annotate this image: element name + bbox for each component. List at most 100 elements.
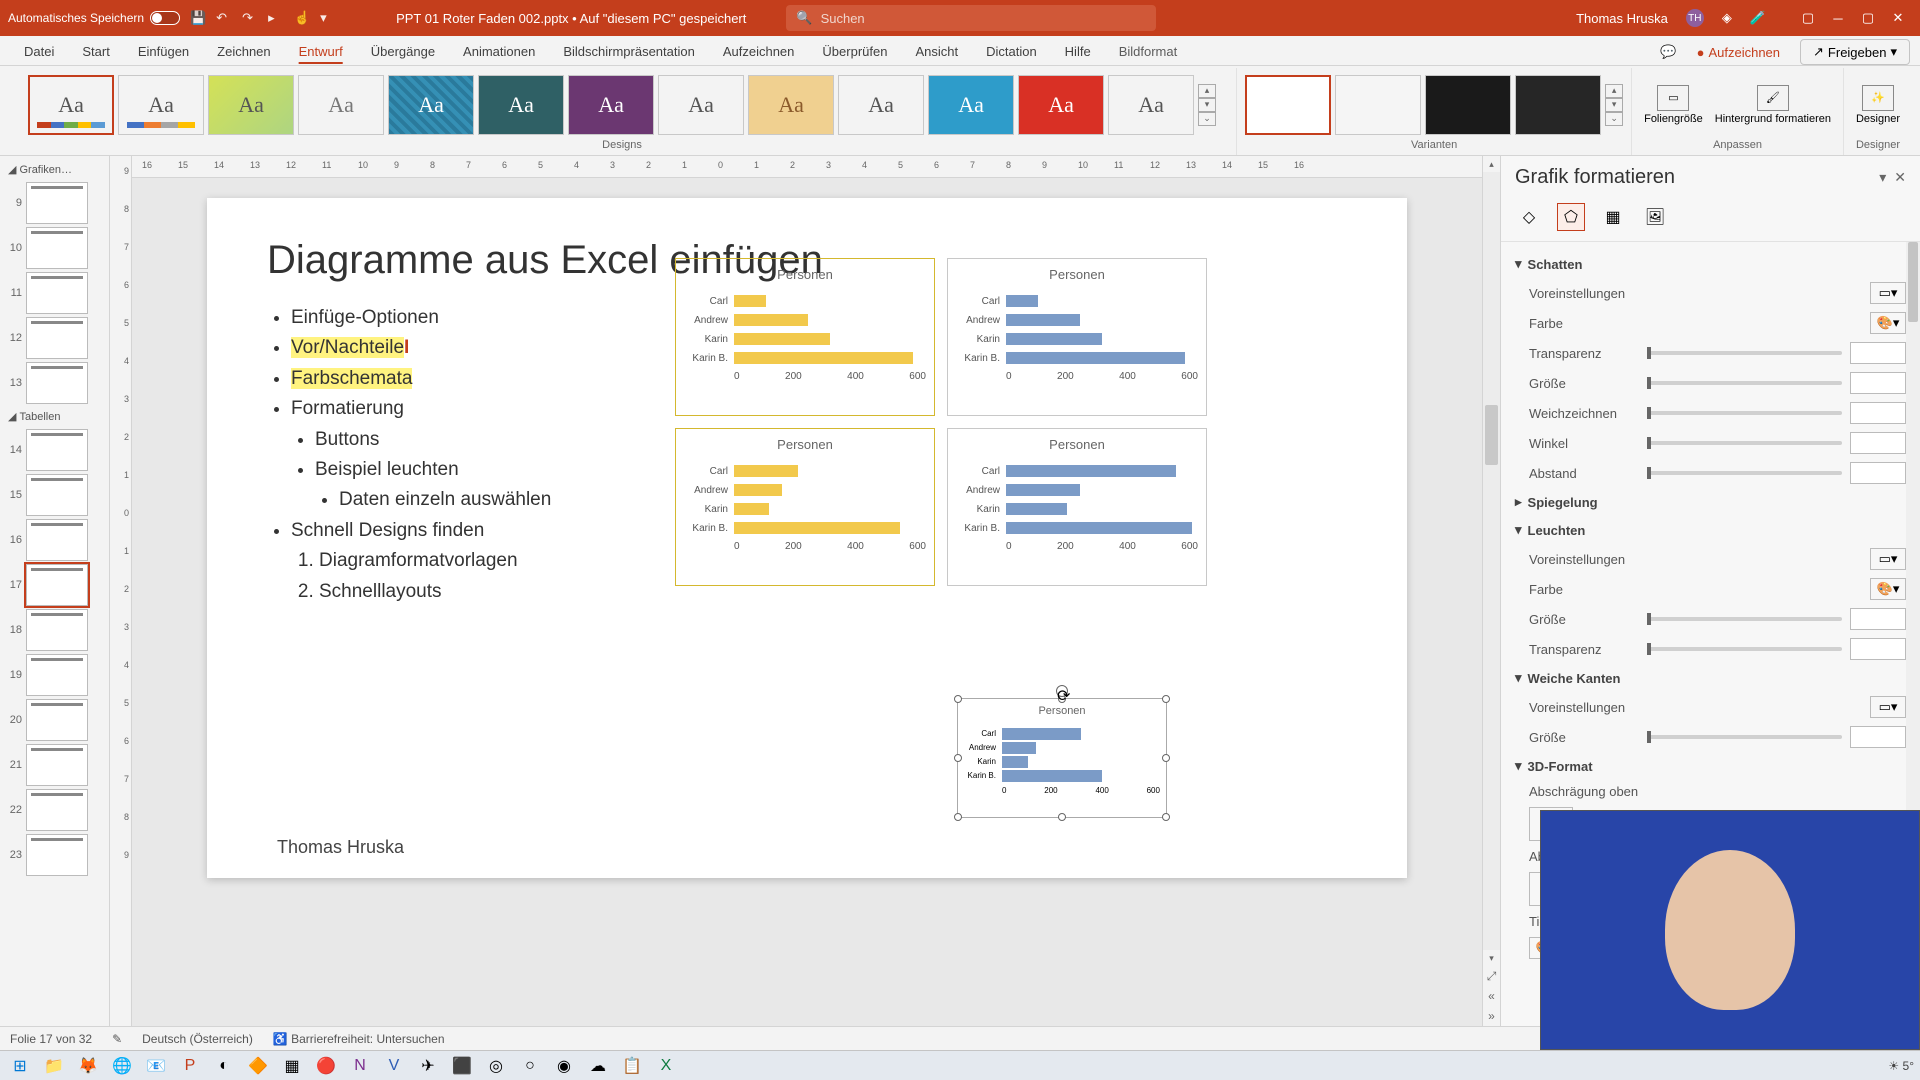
- search-box[interactable]: 🔍: [786, 5, 1156, 31]
- fill-line-tab-icon[interactable]: ◇: [1515, 203, 1543, 231]
- coming-soon-icon[interactable]: 🧪: [1750, 10, 1766, 26]
- glow-color-button[interactable]: 🎨▾: [1870, 578, 1906, 600]
- glow-size-input[interactable]: [1850, 608, 1906, 630]
- variant-thumb[interactable]: [1515, 75, 1601, 135]
- record-button[interactable]: ● Aufzeichnen: [1689, 41, 1788, 64]
- theme-thumb[interactable]: Aa: [928, 75, 1014, 135]
- search-input[interactable]: [821, 11, 1147, 26]
- app-icon[interactable]: 🔴: [312, 1054, 340, 1078]
- scroll-up-icon[interactable]: ▴: [1483, 156, 1500, 172]
- rotation-handle-icon[interactable]: ⟳: [1056, 685, 1068, 697]
- slide-canvas-area[interactable]: Diagramme aus Excel einfügen Einfüge-Opt…: [132, 178, 1482, 1026]
- editor-scrollbar[interactable]: ▴ ▾ ⤢ « »: [1482, 156, 1500, 1026]
- tab-aufzeichnen[interactable]: Aufzeichnen: [709, 38, 809, 65]
- visio-icon[interactable]: V: [380, 1054, 408, 1078]
- softedge-size-input[interactable]: [1850, 726, 1906, 748]
- slide-thumbnail[interactable]: 23: [4, 834, 105, 876]
- softedge-size-slider[interactable]: [1647, 735, 1842, 739]
- scroll-down-icon[interactable]: ▾: [1483, 950, 1500, 966]
- glow-transparency-input[interactable]: [1850, 638, 1906, 660]
- toggle-pill-icon[interactable]: [150, 11, 180, 25]
- tab-uebergaenge[interactable]: Übergänge: [357, 38, 449, 65]
- theme-gallery[interactable]: Aa Aa Aa Aa Aa Aa Aa Aa Aa Aa Aa Aa Aa ▴…: [28, 70, 1216, 139]
- section-shadow[interactable]: ▾Schatten: [1515, 250, 1906, 278]
- tab-einfuegen[interactable]: Einfügen: [124, 38, 203, 65]
- minimize-icon[interactable]: ─: [1824, 7, 1852, 29]
- customize-qat-icon[interactable]: ▾: [320, 10, 336, 26]
- effects-tab-icon[interactable]: ⬠: [1557, 203, 1585, 231]
- theme-thumb[interactable]: Aa: [478, 75, 564, 135]
- theme-thumb[interactable]: Aa: [28, 75, 114, 135]
- theme-thumb[interactable]: Aa: [838, 75, 924, 135]
- picture-tab-icon[interactable]: 🖼: [1641, 203, 1669, 231]
- next-slide-icon[interactable]: »: [1483, 1006, 1500, 1026]
- size-input[interactable]: [1850, 372, 1906, 394]
- slide-text-body[interactable]: Einfüge-Optionen Vor/NachteileI Farbsche…: [267, 303, 551, 607]
- size-slider[interactable]: [1647, 381, 1842, 385]
- slide-thumbnail[interactable]: 10: [4, 227, 105, 269]
- diamond-icon[interactable]: ◈: [1722, 10, 1732, 26]
- layout-tab-icon[interactable]: ▦: [1599, 203, 1627, 231]
- theme-gallery-expand[interactable]: ▴▾⌄: [1198, 80, 1216, 130]
- telegram-icon[interactable]: ✈: [414, 1054, 442, 1078]
- weather-widget[interactable]: ☀ 5°: [1888, 1059, 1914, 1073]
- tab-bildschirm[interactable]: Bildschirmpräsentation: [549, 38, 709, 65]
- glow-size-slider[interactable]: [1647, 617, 1842, 621]
- tab-zeichnen[interactable]: Zeichnen: [203, 38, 284, 65]
- variant-gallery[interactable]: ▴▾⌄: [1245, 70, 1623, 139]
- theme-thumb[interactable]: Aa: [118, 75, 204, 135]
- fit-to-window-icon[interactable]: ⤢: [1483, 966, 1500, 986]
- ruler-vertical[interactable]: 9876543210123456789: [110, 156, 132, 1026]
- slide-footer[interactable]: Thomas Hruska: [277, 837, 404, 858]
- angle-slider[interactable]: [1647, 441, 1842, 445]
- maximize-icon[interactable]: ▢: [1854, 7, 1882, 29]
- touch-mode-icon[interactable]: ☝: [294, 10, 310, 26]
- blur-slider[interactable]: [1647, 411, 1842, 415]
- section-reflection[interactable]: ▸Spiegelung: [1515, 488, 1906, 516]
- undo-icon[interactable]: ↶: [216, 10, 232, 26]
- slide-thumbnail[interactable]: 21: [4, 744, 105, 786]
- redo-icon[interactable]: ↷: [242, 10, 258, 26]
- slide-thumbnail[interactable]: 17: [4, 564, 105, 606]
- variant-gallery-expand[interactable]: ▴▾⌄: [1605, 80, 1623, 130]
- variant-thumb[interactable]: [1245, 75, 1331, 135]
- slide-thumbnail[interactable]: 16: [4, 519, 105, 561]
- slide-counter[interactable]: Folie 17 von 32: [10, 1032, 92, 1046]
- app-icon[interactable]: ○: [516, 1054, 544, 1078]
- vlc-icon[interactable]: 🔶: [244, 1054, 272, 1078]
- prev-slide-icon[interactable]: «: [1483, 986, 1500, 1006]
- slide-thumbnail[interactable]: 9: [4, 182, 105, 224]
- close-icon[interactable]: ✕: [1884, 7, 1912, 29]
- theme-thumb[interactable]: Aa: [1018, 75, 1104, 135]
- slide-thumbnail[interactable]: 18: [4, 609, 105, 651]
- theme-thumb[interactable]: Aa: [748, 75, 834, 135]
- tab-entwurf[interactable]: Entwurf: [285, 38, 357, 65]
- firefox-icon[interactable]: 🦊: [74, 1054, 102, 1078]
- share-button[interactable]: ↗ Freigeben ▾: [1800, 39, 1910, 65]
- tab-ueberpruefen[interactable]: Überprüfen: [808, 38, 901, 65]
- slide-thumbnail[interactable]: 20: [4, 699, 105, 741]
- selected-chart[interactable]: PersonenCarlAndrewKarinKarin B.020040060…: [957, 698, 1167, 818]
- section-soft-edges[interactable]: ▾Weiche Kanten: [1515, 664, 1906, 692]
- distance-slider[interactable]: [1647, 471, 1842, 475]
- glow-transparency-slider[interactable]: [1647, 647, 1842, 651]
- tab-bildformat[interactable]: Bildformat: [1105, 38, 1192, 65]
- document-title[interactable]: PPT 01 Roter Faden 002.pptx • Auf "diese…: [396, 11, 746, 26]
- theme-thumb[interactable]: Aa: [1108, 75, 1194, 135]
- app-icon[interactable]: ◉: [550, 1054, 578, 1078]
- powerpoint-icon[interactable]: P: [176, 1054, 204, 1078]
- ribbon-options-icon[interactable]: ▢: [1794, 7, 1822, 29]
- designer-button[interactable]: ✨ Designer: [1852, 81, 1904, 129]
- thumbs-section-heading[interactable]: ◢Tabellen: [4, 407, 105, 426]
- tab-datei[interactable]: Datei: [10, 38, 68, 65]
- app-icon[interactable]: ◎: [482, 1054, 510, 1078]
- color-picker-button[interactable]: 🎨▾: [1870, 312, 1906, 334]
- slide-canvas[interactable]: Diagramme aus Excel einfügen Einfüge-Opt…: [207, 198, 1407, 878]
- thumbs-section-heading[interactable]: ◢Grafiken…: [4, 160, 105, 179]
- section-glow[interactable]: ▾Leuchten: [1515, 516, 1906, 544]
- user-avatar[interactable]: TH: [1686, 9, 1704, 27]
- slide-size-button[interactable]: ▭ Foliengröße: [1640, 81, 1707, 129]
- slide-thumbnail[interactable]: 12: [4, 317, 105, 359]
- outlook-icon[interactable]: 📧: [142, 1054, 170, 1078]
- blur-input[interactable]: [1850, 402, 1906, 424]
